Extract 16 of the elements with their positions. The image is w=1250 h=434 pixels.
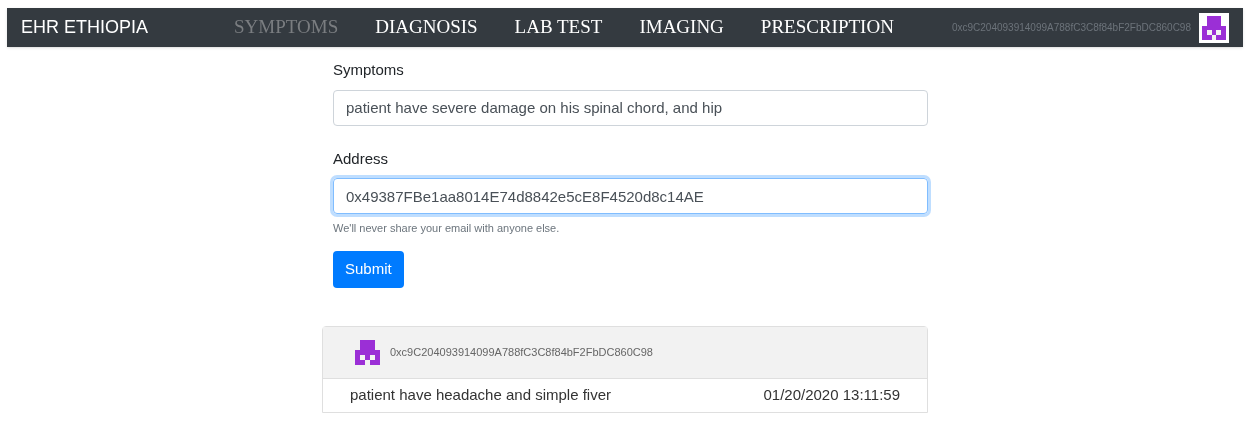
- brand-name[interactable]: EHR ETHIOPIA: [21, 14, 234, 41]
- avatar-icon: [355, 339, 380, 365]
- field-label: Symptoms: [333, 60, 405, 80]
- nav-tab[interactable]: DIAGNOSIS: [375, 13, 478, 42]
- text-field[interactable]: patient have severe damage on his spinal chord, and hip: [333, 89, 928, 126]
- record-account: 0xc9C204093914099A788fC3C8f84bF2FbDC860C98: [390, 344, 653, 360]
- submit-button[interactable]: Submit: [333, 250, 404, 288]
- nav-tab[interactable]: PRESCRIPTION: [760, 13, 894, 42]
- text-field[interactable]: 0x49387FBe1aa8014E74d8842e5cE8F4520d8c14AE: [333, 178, 928, 214]
- account-address: 0xc9C204093914099A788fC3C8f84bF2FbDC860C98: [951, 21, 1191, 35]
- record-time: 01/20/2020 13:11:59: [763, 384, 900, 405]
- field-label: Address: [333, 148, 390, 169]
- record-text: patient have headache and simple fiver: [350, 384, 611, 405]
- nav-tab[interactable]: IMAGING: [639, 13, 724, 42]
- help-text: We'll never share your email with anyone else.: [333, 221, 561, 236]
- nav-tab[interactable]: LAB TEST: [514, 13, 603, 42]
